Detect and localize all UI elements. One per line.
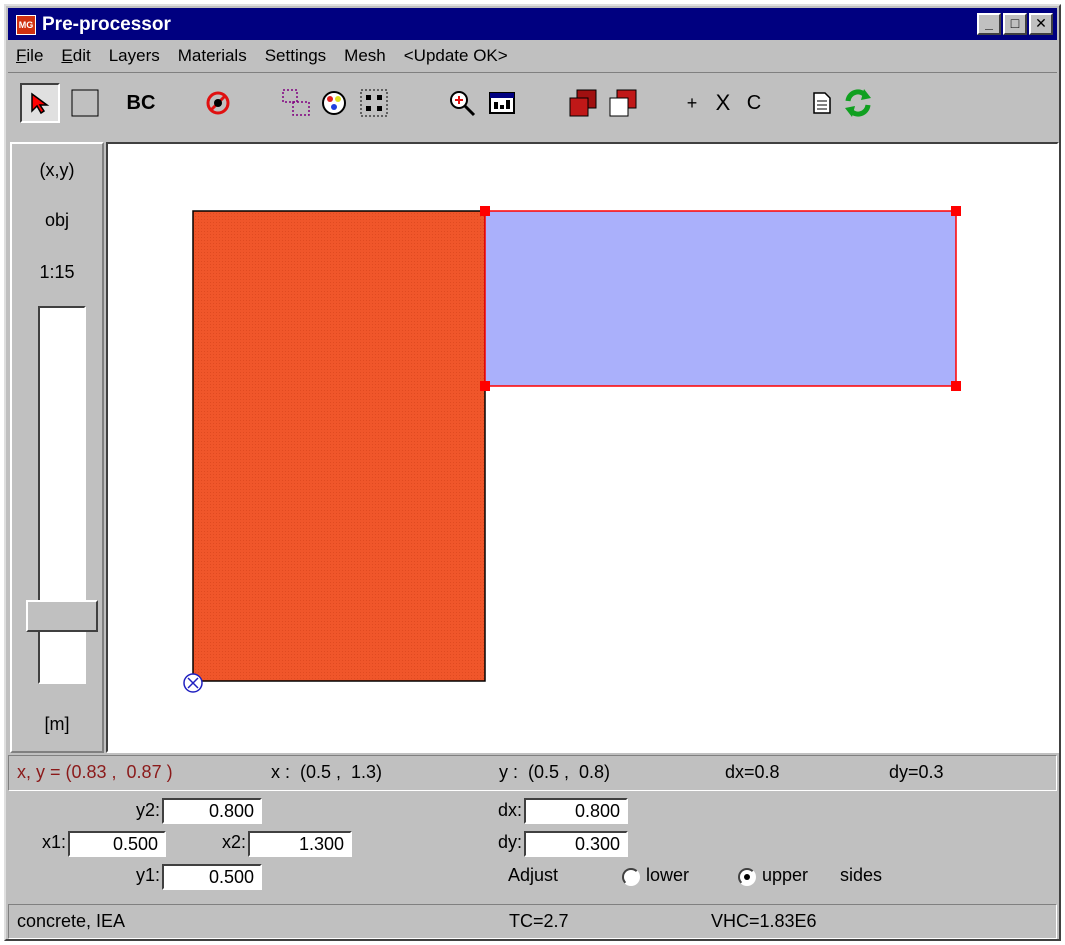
zoom-slider-thumb[interactable] <box>26 600 98 633</box>
dy-input[interactable]: 0.300 <box>524 831 628 857</box>
zoom-tool[interactable] <box>444 83 480 123</box>
material-name: concrete, IEA <box>17 911 126 931</box>
delete-tool[interactable] <box>198 83 238 123</box>
menu-edit[interactable]: Edit <box>61 46 90 66</box>
geometry-drawing <box>183 206 961 693</box>
bc-tool[interactable]: BC <box>116 83 166 123</box>
send-to-back-tool[interactable] <box>604 83 642 123</box>
bring-to-front-tool[interactable] <box>564 83 602 123</box>
xy-mode-label[interactable]: (x,y) <box>12 160 102 181</box>
rectangle-tool[interactable] <box>64 83 106 123</box>
lower-label: lower <box>646 865 690 885</box>
palette-icon <box>322 91 346 115</box>
toolbar: BC + X C <box>8 72 1057 140</box>
selection-handle-bottom-left[interactable] <box>480 381 490 391</box>
y-range-readout: y : (0.5 , 0.8) <box>499 762 611 782</box>
upper-radio[interactable] <box>738 868 756 886</box>
y2-input[interactable]: 0.800 <box>162 798 262 824</box>
close-button[interactable]: ✕ <box>1029 13 1053 35</box>
x1-input[interactable]: 0.500 <box>68 831 166 857</box>
radio-selected-dot <box>744 874 750 880</box>
selection-handle-bottom-right[interactable] <box>951 381 961 391</box>
selected-layer-rect[interactable] <box>484 210 957 387</box>
y2-label: y2: <box>135 800 160 820</box>
window-title: Pre-processor <box>42 14 171 35</box>
dy-readout: dy=0.3 <box>889 762 944 782</box>
delete-point-tool[interactable]: X <box>710 83 736 123</box>
x2-input[interactable]: 1.300 <box>248 831 352 857</box>
add-point-tool[interactable]: + <box>682 83 702 123</box>
drawing-canvas[interactable] <box>106 142 1059 753</box>
dx-label: dx: <box>497 800 522 820</box>
material-status-bar: concrete, IEA TC=2.7 VHC=1.83E6 <box>8 904 1057 939</box>
preprocessor-window: MG Pre-processor _ □ ✕ File Edit Layers … <box>4 4 1061 941</box>
maximize-button[interactable]: □ <box>1003 13 1027 35</box>
split-rectangles-icon <box>282 89 310 116</box>
no-entry-icon <box>206 91 230 115</box>
upper-label: upper <box>762 865 809 885</box>
zoom-window-tool[interactable] <box>484 83 520 123</box>
dx-readout: dx=0.8 <box>725 762 780 782</box>
refresh-tool[interactable] <box>840 83 876 123</box>
grid-dots-icon <box>360 89 388 117</box>
dy-label: dy: <box>497 832 522 852</box>
cursor-position-readout: x, y = (0.83 , 0.87 ) <box>17 762 173 782</box>
menu-settings[interactable]: Settings <box>265 46 326 66</box>
notes-tool[interactable] <box>808 83 836 123</box>
adjust-label: Adjust <box>508 865 559 885</box>
document-icon <box>813 92 831 114</box>
menu-layers[interactable]: Layers <box>109 46 160 66</box>
rectangle-icon <box>71 89 99 117</box>
menu-mesh[interactable]: Mesh <box>344 46 386 66</box>
coordinate-input-panel: y2: 0.800 x1: 0.500 x2: 1.300 y1: 0.500 … <box>8 794 1057 902</box>
screen-window-icon <box>489 92 515 114</box>
app-icon: MG <box>16 15 36 35</box>
menu-update-status[interactable]: <Update OK> <box>404 46 508 66</box>
concrete-layer-rect[interactable] <box>192 210 486 682</box>
coordinate-status-row: x, y = (0.83 , 0.87 ) x : (0.5 , 1.3) y … <box>8 755 1057 791</box>
grid-points-tool[interactable] <box>356 83 392 123</box>
menu-materials[interactable]: Materials <box>178 46 247 66</box>
title-bar[interactable]: MG Pre-processor _ □ ✕ <box>8 8 1057 40</box>
minimize-button[interactable]: _ <box>977 13 1001 35</box>
lower-radio[interactable] <box>622 868 640 886</box>
y1-label: y1: <box>135 865 160 885</box>
view-panel: (x,y) obj 1:15 [m] <box>10 142 104 753</box>
layer-split-tool[interactable] <box>278 83 314 123</box>
zoom-in-icon <box>450 91 476 117</box>
send-back-icon <box>609 89 637 117</box>
bring-front-icon <box>569 89 597 117</box>
obj-mode-label[interactable]: obj <box>12 210 102 231</box>
selection-handle-top-right[interactable] <box>951 206 961 216</box>
copy-tool[interactable]: C <box>742 83 766 123</box>
thermal-conductivity: TC=2.7 <box>509 911 569 931</box>
x-range-readout: x : (0.5 , 1.3) <box>271 762 383 782</box>
volumetric-heat-capacity: VHC=1.83E6 <box>711 911 817 931</box>
scale-label: 1:15 <box>39 262 75 282</box>
select-arrow-tool[interactable] <box>20 83 60 123</box>
arrow-pointer-icon <box>31 92 50 115</box>
sides-label: sides <box>840 865 883 885</box>
unit-label: [m] <box>44 714 70 734</box>
x2-label: x2: <box>221 832 246 852</box>
y1-input[interactable]: 0.500 <box>162 864 262 890</box>
menu-file[interactable]: File <box>16 46 43 66</box>
origin-marker-icon <box>183 673 203 693</box>
menu-bar: File Edit Layers Materials Settings Mesh… <box>8 42 1057 70</box>
materials-palette-tool[interactable] <box>316 83 352 123</box>
x1-label: x1: <box>41 832 66 852</box>
dx-input[interactable]: 0.800 <box>524 798 628 824</box>
selection-handle-top-left[interactable] <box>480 206 490 216</box>
refresh-icon <box>845 89 871 117</box>
